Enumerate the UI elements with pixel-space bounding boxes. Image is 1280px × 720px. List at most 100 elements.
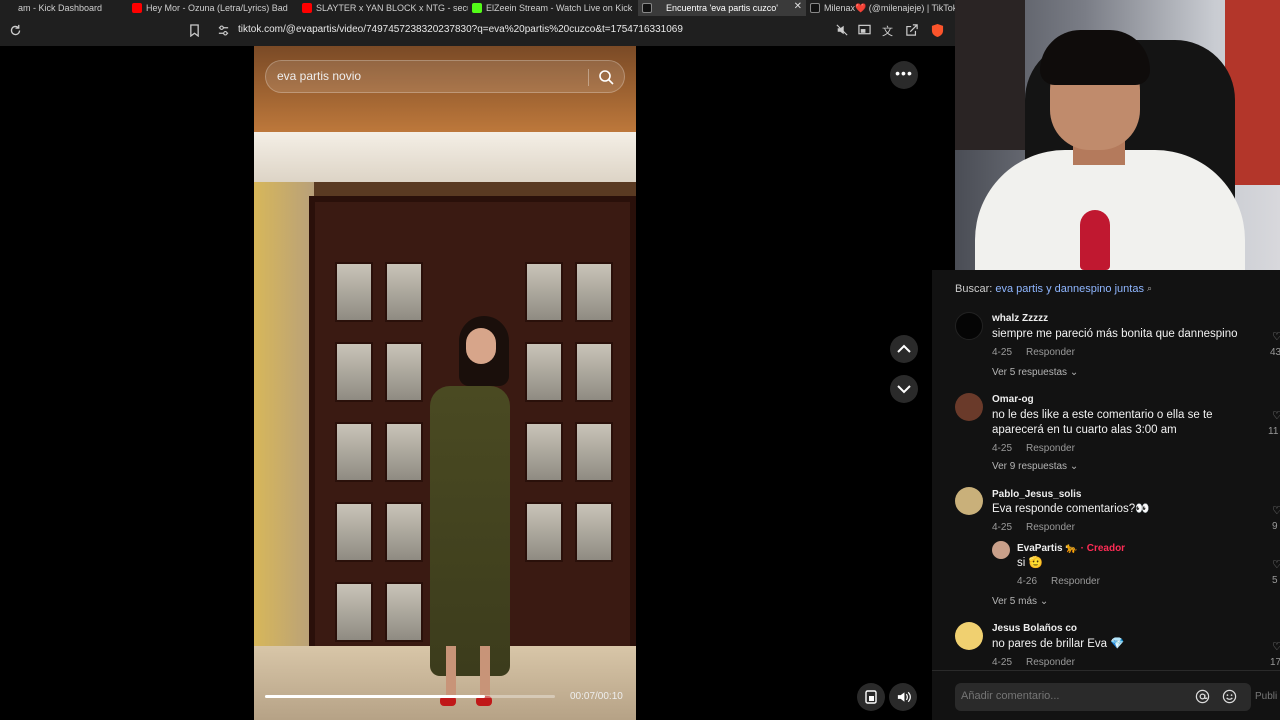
url-text[interactable]: tiktok.com/@evapartis/video/749745723832…	[238, 24, 683, 35]
door-pane	[525, 262, 563, 322]
search-icon[interactable]	[598, 69, 614, 90]
door-pane	[335, 262, 373, 322]
more-options-button[interactable]: •••	[890, 61, 918, 89]
sound-off-icon[interactable]	[836, 24, 848, 36]
door-pane	[335, 422, 373, 482]
view-replies-button[interactable]: Ver 9 respuestas ⌄	[992, 461, 1078, 472]
person-leg	[480, 646, 490, 701]
kick-icon	[472, 3, 482, 13]
comment-username[interactable]: Omar-og	[992, 394, 1034, 405]
search-input[interactable]	[277, 69, 577, 83]
door-pane	[525, 422, 563, 482]
reply-button[interactable]: Responder	[1026, 522, 1075, 533]
door-pane	[385, 262, 423, 322]
comment-meta: 4-25 Responder	[992, 657, 1075, 668]
door-pane	[575, 262, 613, 322]
comment-text: no le des like a este comentario o ella …	[992, 409, 1213, 436]
view-more-replies-button[interactable]: Ver 5 más ⌄	[992, 596, 1048, 607]
comment-username[interactable]: whalz Zzzzz	[992, 313, 1048, 324]
reply-username[interactable]: EvaPartis 🐆 · Creador	[1017, 543, 1125, 554]
comment-input[interactable]	[961, 690, 1181, 702]
video-search-box[interactable]	[265, 60, 625, 93]
comment-username[interactable]: Pablo_Jesus_solis	[992, 489, 1082, 500]
tab-label: ElZeein Stream - Watch Live on Kick	[486, 3, 633, 13]
mention-icon[interactable]	[1195, 689, 1210, 709]
comment-text: siempre me pareció más bonita que dannes…	[992, 328, 1238, 340]
address-bar: tiktok.com/@evapartis/video/749745723832…	[0, 16, 955, 46]
reply-button[interactable]: Responder	[1026, 657, 1075, 668]
tab-kick-dashboard[interactable]: am - Kick Dashboard	[0, 0, 128, 16]
comment-date: 4-25	[992, 657, 1013, 668]
reply-meta: 4-26 Responder	[1017, 576, 1100, 587]
avatar[interactable]	[955, 487, 983, 515]
tab-youtube-slayter[interactable]: SLAYTER x YAN BLOCK x NTG - secu	[298, 0, 468, 16]
cast-icon[interactable]	[858, 24, 871, 36]
picture-in-picture-icon	[865, 690, 877, 704]
publish-button[interactable]: Publi	[1255, 691, 1277, 702]
share-icon[interactable]	[906, 24, 918, 36]
webcam-person-hair	[1040, 30, 1150, 85]
next-video-button[interactable]	[890, 375, 918, 403]
like-heart-icon[interactable]: ♡	[1272, 330, 1280, 343]
brave-shield-icon[interactable]	[931, 23, 944, 38]
reply-button[interactable]: Responder	[1051, 576, 1100, 587]
video-scene-lamp-light	[254, 182, 314, 662]
tab-tiktok-search-active[interactable]: Encuentra 'eva partis cuzco' ✕	[638, 0, 806, 16]
like-heart-icon[interactable]: ♡	[1272, 640, 1280, 653]
ellipsis-icon: •••	[895, 65, 913, 81]
tab-label: am - Kick Dashboard	[18, 3, 103, 13]
close-tab-icon[interactable]: ✕	[794, 1, 802, 12]
comment-meta: 4-25 Responder	[992, 522, 1075, 533]
like-heart-icon[interactable]: ♡	[1272, 558, 1280, 571]
comment-date: 4-25	[992, 522, 1013, 533]
avatar[interactable]	[955, 622, 983, 650]
related-search-suggestion[interactable]: Buscar: eva partis y dannespino juntas ⌕	[955, 283, 1152, 295]
bookmark-icon[interactable]	[189, 24, 200, 37]
search-prefix: Buscar:	[955, 283, 993, 295]
like-count: 17	[1270, 657, 1280, 668]
video-scene-ceiling	[254, 132, 636, 182]
tab-youtube-ozuna[interactable]: Hey Mor - Ozuna (Letra/Lyrics) Bad	[128, 0, 298, 16]
reply-button[interactable]: Responder	[1026, 347, 1075, 358]
volume-button[interactable]	[889, 683, 917, 711]
chevron-down-icon	[897, 385, 911, 394]
view-replies-button[interactable]: Ver 5 respuestas ⌄	[992, 367, 1078, 378]
like-heart-icon[interactable]: ♡	[1272, 504, 1280, 517]
floating-player-button[interactable]	[857, 683, 885, 711]
tiktok-icon	[642, 3, 652, 13]
like-heart-icon[interactable]: ♡	[1272, 409, 1280, 422]
tiktok-icon	[810, 3, 820, 13]
reply-button[interactable]: Responder	[1026, 443, 1075, 454]
reply-username-text: EvaPartis 🐆	[1017, 543, 1078, 554]
door-pane	[575, 342, 613, 402]
avatar[interactable]	[992, 541, 1010, 559]
comment-meta: 4-25 Responder	[992, 347, 1075, 358]
person-dress	[430, 386, 510, 676]
chevron-down-icon: ⌄	[1069, 367, 1079, 378]
door-pane	[335, 502, 373, 562]
video-player[interactable]	[254, 46, 636, 720]
like-count: 11	[1268, 426, 1279, 437]
site-settings-icon[interactable]	[217, 24, 230, 37]
view-replies-label: Ver 5 respuestas	[992, 367, 1068, 378]
chevron-down-icon: ⌄	[1039, 596, 1049, 607]
reload-icon[interactable]	[9, 24, 22, 37]
translate-icon[interactable]: 文	[882, 23, 893, 39]
emoji-icon[interactable]	[1222, 689, 1237, 709]
chevron-up-icon	[897, 344, 911, 353]
tab-tiktok-milenax[interactable]: Milenax❤️ (@milenajeje) | TikTok	[806, 0, 966, 16]
comment-input-box[interactable]	[955, 683, 1251, 711]
reply-date: 4-26	[1017, 576, 1038, 587]
search-small-icon: ⌕	[1147, 283, 1153, 293]
avatar[interactable]	[955, 312, 983, 340]
video-scene-person	[404, 316, 514, 706]
volume-icon	[897, 691, 911, 703]
video-progress-bar[interactable]	[265, 695, 555, 698]
video-progress-fill	[265, 695, 486, 698]
like-count: 9	[1272, 521, 1278, 532]
comment-username[interactable]: Jesus Bolaños co	[992, 623, 1077, 634]
previous-video-button[interactable]	[890, 335, 918, 363]
search-suggestion-link[interactable]: eva partis y dannespino juntas	[995, 283, 1144, 295]
avatar[interactable]	[955, 393, 983, 421]
tab-kick-stream[interactable]: ElZeein Stream - Watch Live on Kick	[468, 0, 638, 16]
